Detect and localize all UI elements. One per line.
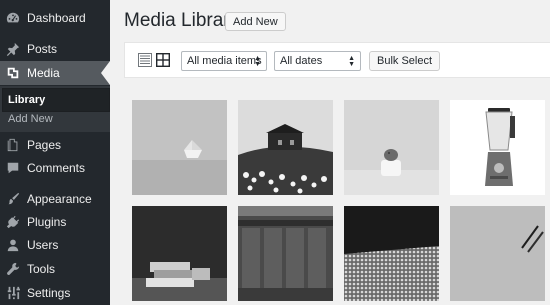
- menu-label-settings: Settings: [27, 286, 71, 300]
- date-filter-value: All dates: [280, 55, 323, 67]
- add-new-button[interactable]: Add New: [225, 12, 286, 31]
- menu-item-tools[interactable]: Tools: [0, 257, 110, 281]
- menu-label-tools: Tools: [27, 262, 56, 276]
- dashboard-icon: [5, 10, 21, 26]
- media-thumbnail-wooden-fence[interactable]: [238, 206, 333, 301]
- media-submenu: Library Add New: [0, 86, 110, 132]
- menu-label-comments: Comments: [27, 161, 86, 175]
- pages-icon: [5, 137, 21, 153]
- media-thumbnail-house-hill[interactable]: [238, 100, 333, 195]
- plugin-icon: [5, 214, 21, 230]
- menu-item-media[interactable]: Media: [0, 61, 110, 85]
- media-icon: [5, 65, 21, 81]
- menu-label-appearance: Appearance: [27, 192, 92, 206]
- menu-item-appearance[interactable]: Appearance: [0, 187, 110, 211]
- menu-item-posts[interactable]: Posts: [0, 37, 110, 61]
- menu-item-dashboard[interactable]: Dashboard: [0, 6, 110, 30]
- menu-item-pages[interactable]: Pages: [0, 133, 110, 157]
- page-title: Media Library: [124, 10, 240, 31]
- grid-view-icon[interactable]: [155, 52, 171, 68]
- menu-label-users: Users: [27, 238, 59, 252]
- menu-label-posts: Posts: [27, 42, 58, 56]
- menu-label-plugins: Plugins: [27, 215, 67, 229]
- bulk-select-button[interactable]: Bulk Select: [369, 51, 441, 71]
- media-thumbnail-paper-boat[interactable]: [132, 100, 227, 195]
- select-caret-icon: ▲ ▼: [254, 55, 261, 68]
- comment-icon: [5, 160, 21, 176]
- pin-icon: [5, 41, 21, 57]
- brush-icon: [5, 191, 21, 207]
- media-thumbnail-blender[interactable]: [450, 100, 545, 195]
- menu-label-media: Media: [27, 66, 60, 80]
- media-thumbnail-sequin-fabric[interactable]: [344, 206, 439, 301]
- media-toolbar: All media items ▲ ▼ All dates ▲ ▼ Bulk Sel…: [124, 42, 550, 78]
- settings-icon: [5, 285, 21, 301]
- current-menu-arrow: [101, 61, 110, 85]
- menu-label-pages: Pages: [27, 138, 62, 152]
- media-thumbnail-cactus[interactable]: [344, 100, 439, 195]
- list-view-icon[interactable]: [137, 52, 153, 68]
- user-icon: [5, 237, 21, 253]
- admin-sidebar: Dashboard Posts Media Library Add New Pa…: [0, 0, 110, 305]
- submenu-item-library[interactable]: Library: [2, 88, 110, 112]
- select-caret-icon: ▲ ▼: [348, 55, 355, 68]
- media-type-filter[interactable]: All media items ▲ ▼: [181, 51, 267, 71]
- menu-item-settings[interactable]: Settings: [0, 281, 110, 305]
- menu-label-dashboard: Dashboard: [27, 11, 86, 25]
- menu-item-plugins[interactable]: Plugins: [0, 210, 110, 234]
- date-filter[interactable]: All dates ▲ ▼: [274, 51, 361, 71]
- media-thumbnail-stacked-books[interactable]: [132, 206, 227, 301]
- wrench-icon: [5, 261, 21, 277]
- menu-item-comments[interactable]: Comments: [0, 156, 110, 180]
- submenu-item-add-new[interactable]: Add New: [8, 113, 53, 125]
- menu-item-users[interactable]: Users: [0, 233, 110, 257]
- media-type-filter-value: All media items: [187, 55, 262, 67]
- media-thumbnail-pencils[interactable]: [450, 206, 545, 301]
